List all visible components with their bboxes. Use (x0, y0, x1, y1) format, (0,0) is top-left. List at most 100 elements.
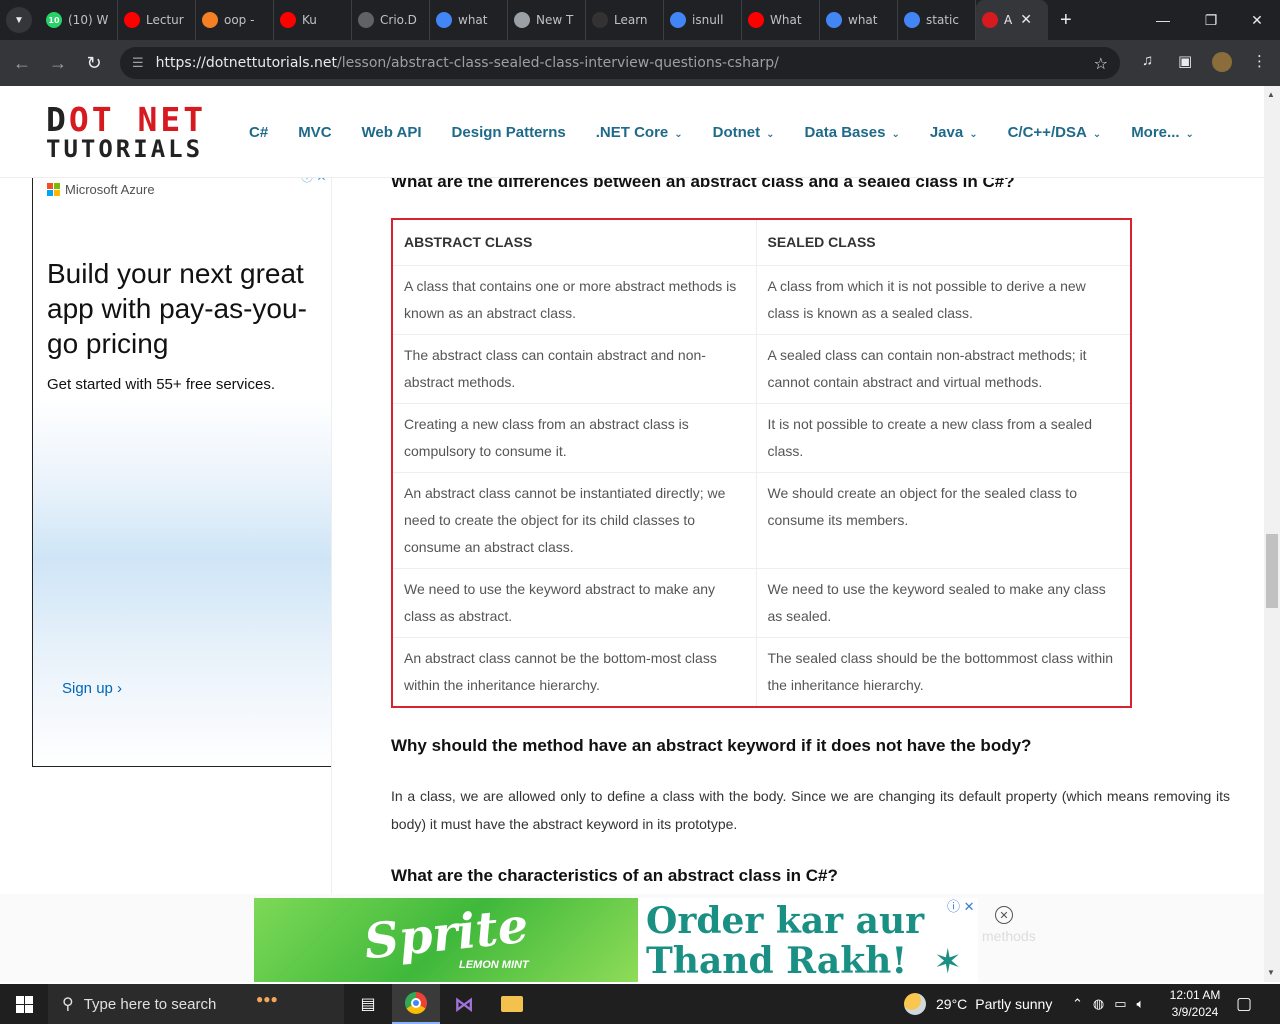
menu-item-4[interactable]: .NET Core ⌄ (596, 124, 683, 141)
new-tab-button[interactable]: + (1060, 9, 1072, 32)
menu-item-3[interactable]: Design Patterns (452, 124, 566, 141)
menu-item-label: .NET Core (595, 124, 669, 141)
bookmark-star-icon[interactable]: ☆ (1094, 54, 1108, 73)
menu-item-9[interactable]: More... ⌄ (1131, 124, 1194, 141)
sprite-panel: Sprite LEMON MINT (254, 898, 638, 982)
scroll-up-arrow-icon[interactable]: ▲ (1267, 90, 1275, 99)
site-info-icon[interactable]: ☰ (132, 56, 144, 71)
tab-8[interactable]: isnull (664, 0, 742, 40)
chrome-icon (514, 12, 530, 28)
media-control-icon[interactable]: ♫ (1142, 52, 1153, 69)
chevron-down-icon: ⌄ (969, 129, 978, 140)
sprite-bottom-ad[interactable]: Sprite LEMON MINT Order kar aur Thand Ra… (0, 894, 1264, 982)
ad-info-icon[interactable]: ⓘ ✕ (947, 896, 975, 915)
file-explorer-icon[interactable] (488, 984, 536, 1024)
scroll-thumb[interactable] (1266, 534, 1278, 608)
tab-6[interactable]: New T (508, 0, 586, 40)
tab-1[interactable]: Lectur (118, 0, 196, 40)
chevron-up-icon[interactable]: ⌃ (1072, 996, 1083, 1012)
task-view-icon[interactable]: ▤ (344, 984, 392, 1024)
menu-kebab-icon[interactable]: ⋮ (1252, 52, 1267, 70)
site-header: DOT NET TUTORIALS C# MVC Web API Design Pat… (0, 86, 1264, 178)
tab-11[interactable]: static (898, 0, 976, 40)
forward-button[interactable]: → (40, 53, 76, 74)
tab-7[interactable]: Learn (586, 0, 664, 40)
tab-label: Crio.D (380, 13, 417, 27)
clock-time: 12:01 AM (1169, 988, 1221, 1002)
menu-item-5[interactable]: Dotnet ⌄ (713, 124, 775, 141)
menu-item-6[interactable]: Data Bases ⌄ (805, 124, 900, 141)
tab-3[interactable]: Ku (274, 0, 352, 40)
tab-9[interactable]: What (742, 0, 820, 40)
table-cell-sealed: A sealed class can contain non-abstract … (755, 333, 1132, 404)
menu-item-label: More... (1131, 124, 1180, 141)
visual-studio-icon[interactable]: ⋈ (440, 984, 488, 1024)
tab-4[interactable]: Crio.D (352, 0, 430, 40)
chrome-taskbar-icon[interactable] (392, 984, 440, 1024)
tab-5[interactable]: what (430, 0, 508, 40)
table-cell-sealed: We need to use the keyword sealed to mak… (755, 567, 1132, 638)
menu-item-2[interactable]: Web API (362, 124, 422, 141)
tab-search-icon[interactable]: ▼ (6, 7, 32, 33)
menu-item-1[interactable]: MVC (298, 124, 331, 141)
ad-signup-link[interactable]: Sign up › (62, 680, 122, 697)
system-tray: ⌃ ◍ ▭ 🔈︎ (1072, 984, 1154, 1024)
tab-label: oop - (224, 13, 255, 27)
table-row: We need to use the keyword abstract to m… (391, 567, 1132, 638)
crio-icon (358, 12, 374, 28)
clock-date: 3/9/2024 (1171, 1005, 1219, 1019)
web-page: DOT NET TUTORIALS C# MVC Web API Design Pat… (0, 86, 1280, 982)
network-icon[interactable]: ◍ (1093, 996, 1104, 1012)
azure-brand-label: Microsoft Azure (65, 182, 155, 197)
profile-avatar[interactable] (1212, 52, 1232, 72)
reload-button[interactable]: ↻ (76, 53, 112, 74)
table-header-sealed: SEALED CLASS (755, 218, 1132, 266)
ad-banner[interactable]: Sprite LEMON MINT Order kar aur Thand Ra… (254, 898, 978, 982)
menu-item-8[interactable]: C/C++/DSA ⌄ (1008, 124, 1102, 141)
logo-line2: TUTORIALS (46, 135, 204, 163)
side-panel-icon[interactable]: ▣ (1178, 52, 1192, 70)
order-panel: Order kar aur Thand Rakh! ✶ (638, 898, 978, 982)
tab-10[interactable]: what (820, 0, 898, 40)
stackoverflow-icon (202, 12, 218, 28)
restore-button[interactable]: ❐ (1188, 0, 1234, 40)
close-icon[interactable]: ✕ (1020, 12, 1032, 28)
tab-strip: 10 (10) W Lectur oop - Ku Crio.D what New T Lear… (40, 0, 976, 40)
battery-icon[interactable]: ▭ (1114, 996, 1126, 1012)
tab-2[interactable]: oop - (196, 0, 274, 40)
google-icon (826, 12, 842, 28)
main-menu: C# MVC Web API Design Patterns .NET Core ⌄ Dot… (249, 124, 1224, 141)
menu-item-0[interactable]: C# (249, 124, 268, 141)
tab-label: Learn (614, 13, 648, 27)
start-button[interactable] (0, 984, 48, 1024)
logo-line1: OT NET (68, 100, 207, 139)
youtube-icon (748, 12, 764, 28)
chevron-down-icon: ⌄ (766, 129, 775, 140)
scroll-down-arrow-icon[interactable]: ▼ (1267, 968, 1275, 977)
table-cell-abstract: An abstract class cannot be the bottom-m… (391, 636, 757, 707)
azure-sidebar-ad[interactable]: ⓘ ✕ Microsoft Azure Build your next grea… (32, 170, 332, 767)
minimize-button[interactable]: — (1140, 0, 1186, 40)
microsoft-logo-icon (47, 183, 60, 196)
whatsapp-icon: 10 (46, 12, 62, 28)
volume-icon[interactable]: 🔈︎ (1137, 996, 1145, 1012)
menu-item-7[interactable]: Java ⌄ (930, 124, 978, 141)
ghost-text: methods (982, 928, 1036, 944)
ad-subtext: Get started with 55+ free services. (47, 376, 276, 393)
page-scrollbar[interactable]: ▲ ▼ (1264, 86, 1280, 982)
back-button[interactable]: ← (4, 53, 40, 74)
tab-active[interactable]: A ✕ (976, 0, 1048, 40)
menu-item-label: C# (249, 124, 269, 141)
paragraph-abstract-keyword: In a class, we are allowed only to defin… (391, 788, 1230, 832)
taskbar-clock[interactable]: 12:01 AM 3/9/2024 (1166, 987, 1224, 1021)
tab-0[interactable]: 10 (10) W (40, 0, 118, 40)
taskbar-search[interactable]: ⚲ Type here to search ●●● (48, 984, 344, 1024)
tab-label: New T (536, 13, 574, 27)
close-window-button[interactable]: ✕ (1234, 0, 1280, 40)
url-input[interactable]: ☰ https://dotnettutorials.net /lesson/ab… (120, 47, 1120, 79)
notifications-icon[interactable]: ▢ (1236, 994, 1252, 1014)
table-cell-abstract: Creating a new class from an abstract cl… (391, 402, 757, 473)
weather-widget[interactable]: 29°C Partly sunny (904, 984, 1052, 1024)
site-logo[interactable]: DOT NET TUTORIALS (46, 103, 206, 163)
ad-close-button[interactable]: ✕ (995, 906, 1013, 924)
